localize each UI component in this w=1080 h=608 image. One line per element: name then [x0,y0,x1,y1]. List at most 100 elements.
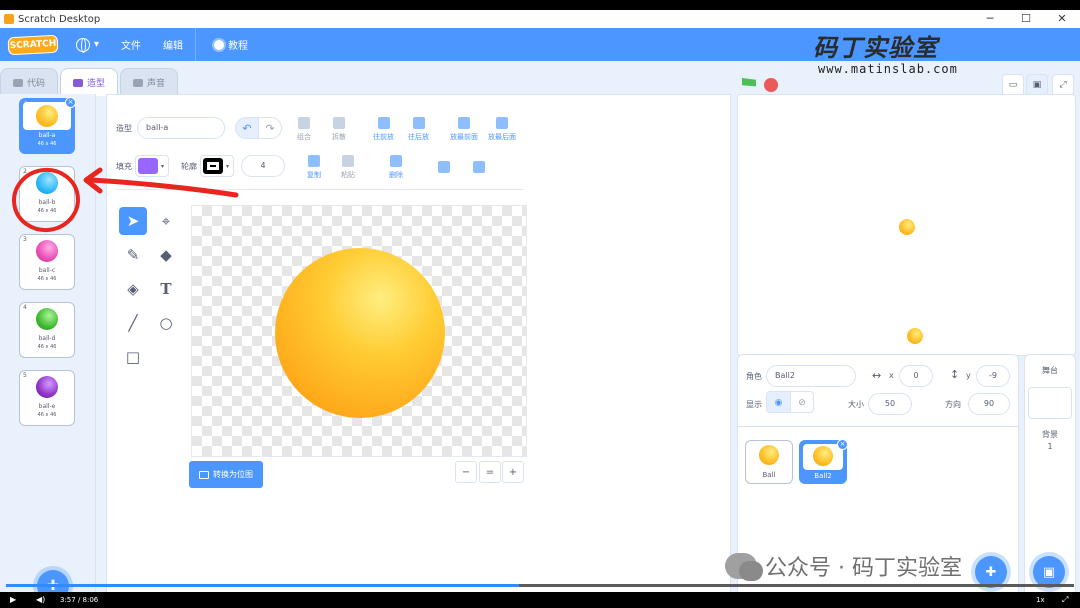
flip-vertical-icon [473,161,485,173]
minimize-button[interactable]: ─ [972,10,1008,28]
stage-canvas[interactable] [737,94,1076,356]
arrow-bottom-icon [496,117,508,129]
flip-vertical-button[interactable] [473,161,485,173]
circle-tool[interactable]: ○ [152,309,180,337]
volume-icon[interactable]: ◀) [36,595,45,604]
outline-width-input[interactable]: 4 [241,155,285,177]
edit-menu[interactable]: 编辑 [159,28,187,61]
y-input[interactable]: -9 [976,365,1010,387]
forward-button[interactable]: 往前放 [373,117,394,142]
delete-costume-icon[interactable]: × [65,97,76,108]
costume-size: 46 x 46 [37,141,57,147]
chevron-down-icon: ▾ [94,39,100,50]
costume-ball-shape[interactable] [275,248,445,418]
close-button[interactable]: ✕ [1044,10,1080,28]
paint-editor: 造型 ball-a ↶ ↷ 组合 拆散 往前放 往后放 放最前面 放最后面 填充… [106,94,731,592]
convert-bitmap-label: 转换为位图 [213,470,253,479]
playback-speed[interactable]: 1x [1036,596,1045,604]
copy-button[interactable]: 复制 [307,155,321,180]
add-costume-button[interactable]: ✚ [37,570,69,592]
outline-color-picker[interactable]: ▾ [200,155,234,177]
tutorials-menu[interactable]: 教程 [210,28,252,61]
convert-to-bitmap-button[interactable]: 转换为位图 [189,461,263,488]
eye-icon[interactable]: ◉ [767,392,790,412]
fill-tool[interactable]: ◈ [119,275,147,303]
green-flag-icon[interactable] [742,78,756,87]
costume-number: 2 [23,168,27,175]
scratch-logo[interactable]: SCRATCH [7,34,59,55]
stage-sprite-ball2[interactable] [907,328,923,344]
tab-code[interactable]: 代码 [0,68,58,96]
video-progress-bar[interactable] [6,584,1074,587]
costume-item[interactable]: 5 ball-e 46 x 46 [19,370,75,426]
costume-item[interactable]: 4 ball-d 46 x 46 [19,302,75,358]
paste-icon [342,155,354,167]
x-input[interactable]: 0 [899,365,933,387]
tab-sounds[interactable]: 声音 [120,68,178,96]
select-tool[interactable]: ➤ [119,207,147,235]
sprite-name-input[interactable]: Ball2 [766,365,856,387]
small-stage-button[interactable]: ▭ [1002,74,1024,96]
group-label: 组合 [297,133,311,141]
large-stage-button[interactable]: ▣ [1026,74,1048,96]
sprite-tile-name: Ball2 [814,472,832,480]
line-tool[interactable]: ╱ [119,309,147,337]
ungroup-button[interactable]: 拆散 [332,117,346,142]
rectangle-tool[interactable]: □ [119,343,147,371]
costume-size: 46 x 46 [37,412,57,418]
maximize-button[interactable]: ☐ [1008,10,1044,28]
costume-item[interactable]: 1 ball-a 46 x 46 × [19,97,76,154]
backdrop-thumbnail[interactable] [1028,387,1072,419]
paint-canvas[interactable] [191,205,527,457]
costume-item[interactable]: 3 ball-c 46 x 46 [19,234,75,290]
title-bar: Scratch Desktop ─ ☐ ✕ [0,10,1080,28]
file-menu[interactable]: 文件 [117,28,145,61]
arrow-up-icon [377,117,390,129]
zoom-out-button[interactable]: − [455,461,477,483]
play-icon[interactable]: ▶ [10,595,16,604]
sprite-name-label: 角色 [746,372,762,381]
fullscreen-icon[interactable]: ⤢ [1062,595,1068,605]
size-input[interactable]: 50 [868,393,912,415]
reshape-tool[interactable]: ⌖ [152,207,180,235]
brush-icon: ✎ [126,246,140,264]
arrow-top-icon [458,117,470,129]
fill-label: 填充 [116,162,132,171]
brush-tool[interactable]: ✎ [119,241,147,269]
backward-button[interactable]: 往后放 [408,117,429,142]
arrow-down-icon [412,117,425,129]
stop-icon[interactable] [764,78,778,92]
large-stage-icon: ▣ [1032,80,1042,90]
language-menu[interactable]: ▾ [72,28,103,61]
front-button[interactable]: 放最前面 [450,117,478,142]
costume-item[interactable]: 2 ball-b 46 x 46 [19,166,75,222]
fill-color-picker[interactable]: ▾ [135,155,169,177]
group-button[interactable]: 组合 [297,117,311,142]
sprite-tile[interactable]: Ball2 × [799,439,848,484]
chevron-down-icon: ▾ [226,162,230,170]
editor-tabs: 代码 造型 声音 [0,68,180,96]
toolbar-divider [115,189,524,190]
sprite-tile[interactable]: Ball [745,440,793,484]
stage-sprite-ball[interactable] [899,219,915,235]
delete-button[interactable]: 删除 [389,155,403,180]
sprite-tile-name: Ball [762,471,776,479]
zoom-reset-button[interactable]: = [479,461,501,483]
eraser-tool[interactable]: ◆ [152,241,180,269]
zoom-in-button[interactable]: + [502,461,524,483]
redo-button[interactable]: ↷ [258,117,282,139]
delete-sprite-icon[interactable]: × [837,439,848,450]
costume-name-input[interactable]: ball-a [137,117,225,139]
text-tool[interactable]: T [152,275,180,303]
stage-title: 舞台 [1042,366,1058,375]
paste-button[interactable]: 粘贴 [341,155,355,180]
back-button[interactable]: 放最后面 [488,117,516,142]
direction-input[interactable]: 90 [968,393,1010,415]
eye-off-icon[interactable]: ⊘ [789,392,813,412]
flip-horizontal-button[interactable] [438,161,450,173]
lightbulb-icon [214,39,225,50]
undo-button[interactable]: ↶ [235,117,259,139]
tab-costumes[interactable]: 造型 [60,68,118,96]
fullscreen-button[interactable]: ⤢ [1052,74,1074,96]
vertical-arrows-icon: ↕ [950,368,960,381]
